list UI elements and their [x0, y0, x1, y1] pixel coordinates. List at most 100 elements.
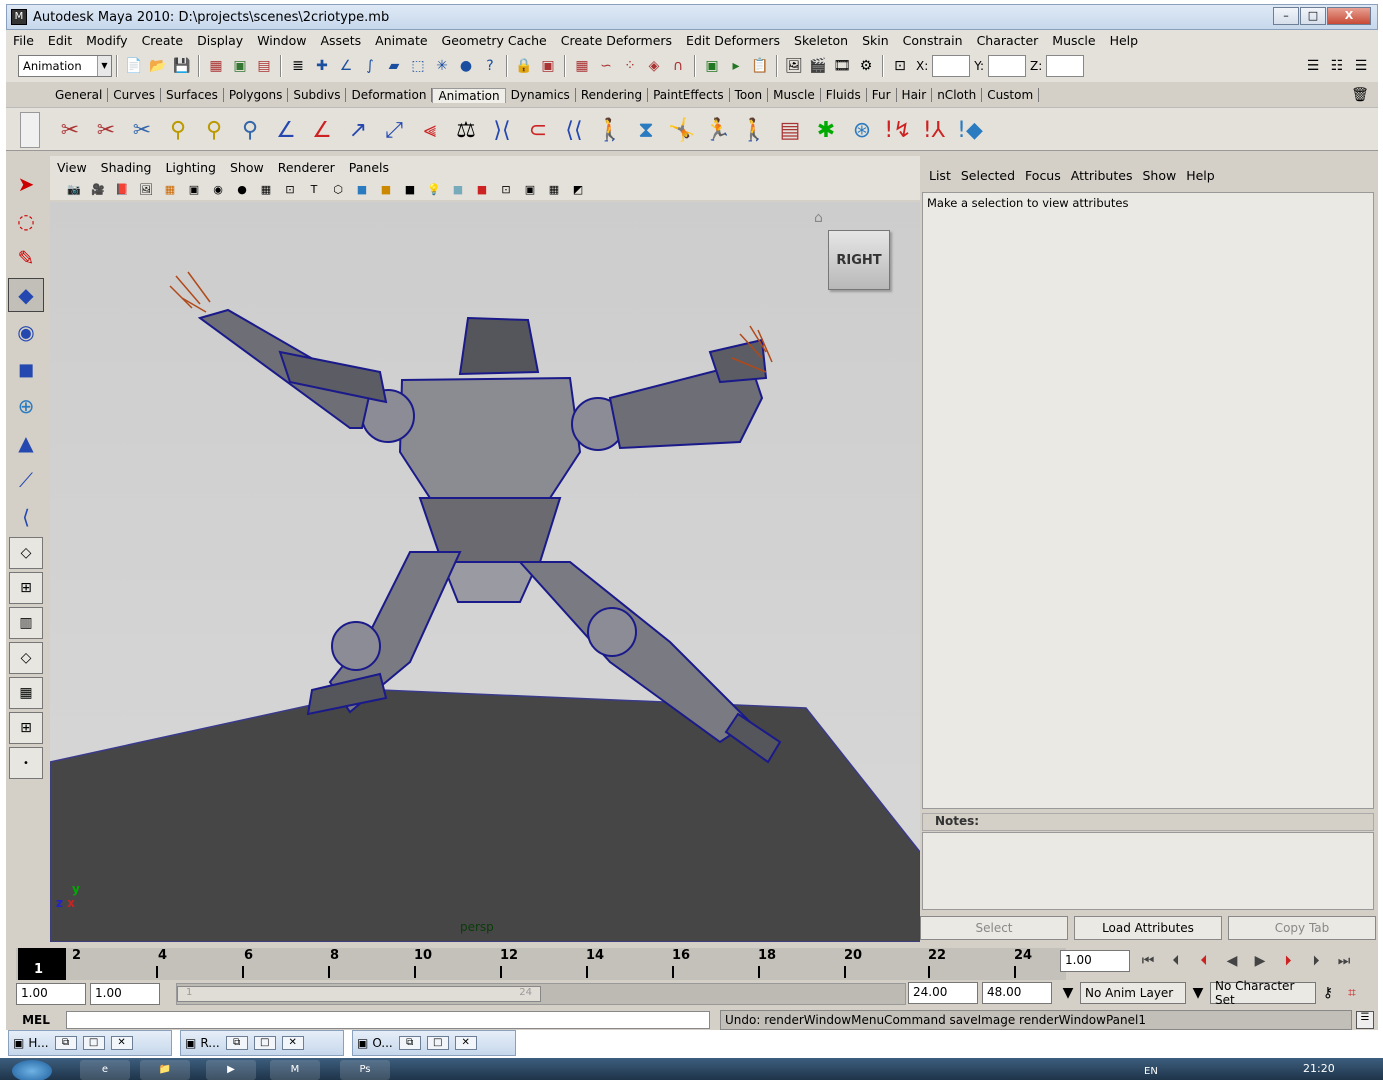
flat-shade-icon[interactable]: ■	[375, 180, 397, 198]
minimized-window[interactable]: ▣ R... ⧉ □ ✕	[180, 1030, 344, 1056]
tab-general[interactable]: General	[50, 88, 109, 102]
shelf-menu-button[interactable]	[20, 112, 40, 148]
open-scene-icon[interactable]: 📂	[147, 55, 169, 77]
tab-subdivs[interactable]: Subdivs	[288, 88, 347, 102]
panel-menu-panels[interactable]: Panels	[342, 160, 396, 175]
ik-spline-tool-icon[interactable]: ↗	[340, 112, 376, 148]
ae-menu-selected[interactable]: Selected	[956, 168, 1020, 183]
start-button[interactable]	[12, 1060, 52, 1080]
menu-constrain[interactable]: Constrain	[896, 33, 970, 48]
textured-icon[interactable]: ■	[471, 180, 493, 198]
mirror-icon[interactable]: ⧗	[628, 112, 664, 148]
menu-file[interactable]: File	[6, 33, 41, 48]
snap-curve-icon[interactable]: ∽	[595, 55, 617, 77]
close-icon[interactable]: ✕	[110, 1036, 133, 1050]
snap-point-icon[interactable]: ⁘	[619, 55, 641, 77]
wireframe-on-shaded-icon[interactable]: ▣	[519, 180, 541, 198]
range-slider-bar[interactable]: 1 24	[176, 983, 906, 1005]
script-editor-icon[interactable]: ☰	[1356, 1011, 1374, 1029]
current-time-field[interactable]: 1.00	[1060, 950, 1130, 972]
taskbar-photoshop-icon[interactable]: Ps	[340, 1060, 390, 1080]
select-deformations-icon[interactable]: ⬚	[407, 55, 429, 77]
channel-box-toggle-icon[interactable]: ☰	[1302, 55, 1324, 77]
construction-history-icon[interactable]: 📋	[749, 55, 771, 77]
select-rendering-icon[interactable]: ●	[455, 55, 477, 77]
bind-skin-icon[interactable]: ⤢	[376, 112, 412, 148]
panel-menu-lighting[interactable]: Lighting	[158, 160, 223, 175]
hypershade-layout-icon[interactable]: ▦	[9, 677, 43, 709]
select-object-icon[interactable]: ▣	[229, 55, 251, 77]
menu-geometry-cache[interactable]: Geometry Cache	[435, 33, 554, 48]
playback-start-field[interactable]: 1.00	[90, 983, 160, 1005]
menu-assets[interactable]: Assets	[313, 33, 368, 48]
select-camera-icon[interactable]: 📷	[63, 180, 85, 198]
graph-editor-layout-icon[interactable]: ⊞	[9, 712, 43, 744]
tab-fur[interactable]: Fur	[867, 88, 897, 102]
menu-skeleton[interactable]: Skeleton	[787, 33, 855, 48]
safe-title-icon[interactable]: T	[303, 180, 325, 198]
tab-custom[interactable]: Custom	[982, 88, 1040, 102]
tab-animation[interactable]: Animation	[432, 87, 506, 103]
restore-icon[interactable]: ⧉	[225, 1036, 248, 1050]
select-joints-icon[interactable]: ∠	[335, 55, 357, 77]
menu-create[interactable]: Create	[135, 33, 191, 48]
high-quality-icon[interactable]: ▦	[543, 180, 565, 198]
trash-icon[interactable]: 🗑	[1349, 84, 1371, 106]
minimized-window[interactable]: ▣ H... ⧉ □ ✕	[8, 1030, 172, 1056]
render-current-frame-icon[interactable]: 🎬	[807, 55, 829, 77]
aim-constraint-icon[interactable]: !⅄	[916, 112, 952, 148]
walk-icon[interactable]: 🚶	[736, 112, 772, 148]
maximize-button[interactable]: □	[1300, 7, 1326, 25]
taskbar-maya-icon[interactable]: M	[270, 1060, 320, 1080]
language-indicator[interactable]: EN	[1144, 1066, 1158, 1077]
taskbar-explorer-icon[interactable]: 📁	[140, 1060, 190, 1080]
viewport-scene[interactable]: RIGHT ⌂ y z x persp	[50, 202, 920, 942]
film-gate-icon[interactable]: ▣	[183, 180, 205, 198]
menu-display[interactable]: Display	[190, 33, 250, 48]
command-input[interactable]	[66, 1011, 710, 1029]
detach-skin-icon[interactable]: ⫷	[412, 112, 448, 148]
locator-icon[interactable]: ✱	[808, 112, 844, 148]
menu-muscle[interactable]: Muscle	[1045, 33, 1102, 48]
go-to-start-icon[interactable]: ⏮	[1134, 950, 1162, 972]
tab-surfaces[interactable]: Surfaces	[161, 88, 224, 102]
viewcube[interactable]: RIGHT	[828, 230, 890, 290]
ipr-render-icon[interactable]: 🎞	[831, 55, 853, 77]
close-icon[interactable]: ✕	[454, 1036, 477, 1050]
show-manipulator-icon[interactable]: ⟋	[8, 463, 44, 497]
menu-help[interactable]: Help	[1103, 33, 1146, 48]
command-language-label[interactable]: MEL	[6, 1013, 66, 1027]
step-back-key-icon[interactable]: ⏴	[1190, 950, 1218, 972]
ik-handle-tool-icon[interactable]: ∠	[304, 112, 340, 148]
clip-icon[interactable]: ▤	[772, 112, 808, 148]
menu-window[interactable]: Window	[250, 33, 313, 48]
bounding-box-icon[interactable]: ■	[399, 180, 421, 198]
panel-menu-renderer[interactable]: Renderer	[271, 160, 342, 175]
select-handles-icon[interactable]: ✚	[311, 55, 333, 77]
maximize-icon[interactable]: □	[426, 1036, 449, 1050]
close-icon[interactable]: ✕	[281, 1036, 304, 1050]
orient-constraint-icon[interactable]: !◆	[952, 112, 988, 148]
tab-ncloth[interactable]: nCloth	[932, 88, 983, 102]
chevron-down-icon[interactable]: ▼	[97, 56, 111, 76]
render-view-icon[interactable]: 🖼	[783, 55, 805, 77]
copy-tab-button[interactable]: Copy Tab	[1228, 916, 1376, 940]
step-back-frame-icon[interactable]: ⏴	[1162, 950, 1190, 972]
tool-settings-toggle-icon[interactable]: ☰	[1350, 55, 1372, 77]
ae-menu-attributes[interactable]: Attributes	[1066, 168, 1138, 183]
snap-grid-icon[interactable]: ▦	[571, 55, 593, 77]
character-icon[interactable]: 🚶	[592, 112, 628, 148]
ae-menu-focus[interactable]: Focus	[1020, 168, 1066, 183]
mask-icon[interactable]: ≣	[287, 55, 309, 77]
anim-layer-dropdown[interactable]: No Anim Layer	[1080, 982, 1186, 1004]
save-scene-icon[interactable]: 💾	[171, 55, 193, 77]
safe-action-icon[interactable]: ⊡	[279, 180, 301, 198]
menu-edit[interactable]: Edit	[41, 33, 79, 48]
tab-polygons[interactable]: Polygons	[224, 88, 289, 102]
move-tool-icon[interactable]: ◆	[8, 278, 44, 312]
xray-icon[interactable]: ■	[447, 180, 469, 198]
tab-deformation[interactable]: Deformation	[346, 88, 433, 102]
universal-manipulator-icon[interactable]: ⊕	[8, 389, 44, 423]
make-live-icon[interactable]: ∩	[667, 55, 689, 77]
four-pane-layout-icon[interactable]: ⊞	[9, 572, 43, 604]
